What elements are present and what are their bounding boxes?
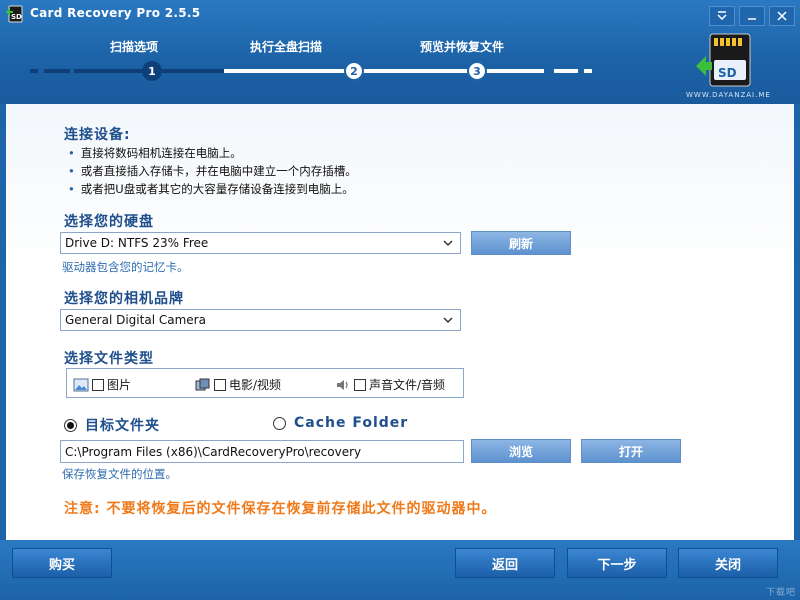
audio-checkbox[interactable] <box>354 378 366 391</box>
cache-folder-option[interactable]: Cache Folder <box>273 415 408 431</box>
connect-bullet-2: 或者直接插入存储卡，并在电脑中建立一个内存插槽。 <box>68 163 357 179</box>
step-3-label: 预览并恢复文件 <box>420 40 505 54</box>
window-controls <box>709 6 795 26</box>
camera-heading: 选择您的相机品牌 <box>64 291 184 307</box>
connect-heading: 连接设备: <box>64 127 131 143</box>
progress-dash <box>554 69 578 73</box>
back-button[interactable]: 返回 <box>455 548 555 578</box>
film-icon <box>195 378 210 390</box>
pictures-checkbox[interactable] <box>92 378 104 391</box>
step-progress-track <box>30 69 592 73</box>
audio-label: 声音文件/音频 <box>369 378 446 392</box>
sd-card-text: SD <box>718 66 737 80</box>
progress-dash <box>30 69 38 73</box>
connect-bullet-1: 直接将数码相机连接在电脑上。 <box>68 145 242 161</box>
browse-button[interactable]: 浏览 <box>471 439 571 463</box>
step-1-label: 扫描选项 <box>110 40 159 54</box>
cache-folder-radio[interactable] <box>273 416 286 430</box>
filetype-heading: 选择文件类型 <box>64 351 154 367</box>
video-checkbox[interactable] <box>214 378 226 391</box>
app-logo-icon: SD <box>6 5 23 23</box>
chevron-down-icon <box>443 317 453 324</box>
target-folder-option[interactable]: 目标文件夹 <box>64 415 160 435</box>
filetype-pictures[interactable]: 图片 <box>73 376 131 393</box>
header-bar: SD Card Recovery Pro 2.5.5 扫描选项 执行全盘扫描 预… <box>0 0 800 104</box>
video-label: 电影/视频 <box>229 378 282 392</box>
connect-bullet-3: 或者把U盘或者其它的大容量存储设备连接到电脑上。 <box>68 181 354 197</box>
svg-text:SD: SD <box>11 13 22 21</box>
close-button[interactable]: 关闭 <box>678 548 778 578</box>
camera-select[interactable]: General Digital Camera <box>60 309 461 331</box>
chevron-down-line-icon <box>717 11 727 21</box>
filetype-box: 图片 电影/视频 声音文件/音频 <box>66 368 464 398</box>
close-window-button[interactable] <box>769 6 795 26</box>
filetype-audio[interactable]: 声音文件/音频 <box>335 376 445 393</box>
footer-bar: 购买 返回 下一步 关闭 下载吧 <box>0 540 800 600</box>
drive-hint: 驱动器包含您的记忆卡。 <box>62 260 189 274</box>
next-button[interactable]: 下一步 <box>567 548 667 578</box>
drive-heading: 选择您的硬盘 <box>64 214 154 230</box>
pictures-label: 图片 <box>107 378 132 392</box>
footer-watermark: 下载吧 <box>765 588 796 598</box>
path-hint: 保存恢复文件的位置。 <box>62 467 177 481</box>
minimize-button[interactable] <box>739 6 765 26</box>
picture-icon <box>73 378 89 391</box>
warning-text: 注意: 不要将恢复后的文件保存在恢复前存储此文件的驱动器中。 <box>64 501 497 517</box>
recovery-path-input[interactable]: C:\Program Files (x86)\CardRecoveryPro\r… <box>60 440 464 463</box>
step-2-indicator: 2 <box>344 61 364 81</box>
drive-select[interactable]: Drive D: NTFS 23% Free <box>60 232 461 254</box>
camera-select-value: General Digital Camera <box>65 313 206 327</box>
drive-select-value: Drive D: NTFS 23% Free <box>65 236 209 250</box>
progress-pending-segment <box>224 69 544 73</box>
filetype-video[interactable]: 电影/视频 <box>195 376 281 393</box>
site-watermark: WWW.DAYANZAI.ME <box>686 91 771 99</box>
chevron-down-icon <box>443 240 453 247</box>
open-folder-button[interactable]: 打开 <box>581 439 681 463</box>
app-window: SD Card Recovery Pro 2.5.5 扫描选项 执行全盘扫描 预… <box>0 0 800 600</box>
refresh-button[interactable]: 刷新 <box>471 231 571 255</box>
buy-button[interactable]: 购买 <box>12 548 112 578</box>
close-icon <box>777 11 787 21</box>
minimize-icon <box>748 18 756 20</box>
progress-dash <box>44 69 70 73</box>
step-3-indicator: 3 <box>467 61 487 81</box>
menu-dropdown-button[interactable] <box>709 6 735 26</box>
step-2-label: 执行全盘扫描 <box>250 40 323 54</box>
target-folder-label: 目标文件夹 <box>85 418 160 434</box>
speaker-icon <box>337 379 348 390</box>
cache-folder-label: Cache Folder <box>294 415 409 431</box>
target-folder-radio[interactable] <box>64 418 77 432</box>
window-title: Card Recovery Pro 2.5.5 <box>30 6 201 20</box>
progress-dash <box>584 69 592 73</box>
step-1-indicator: 1 <box>142 61 162 81</box>
